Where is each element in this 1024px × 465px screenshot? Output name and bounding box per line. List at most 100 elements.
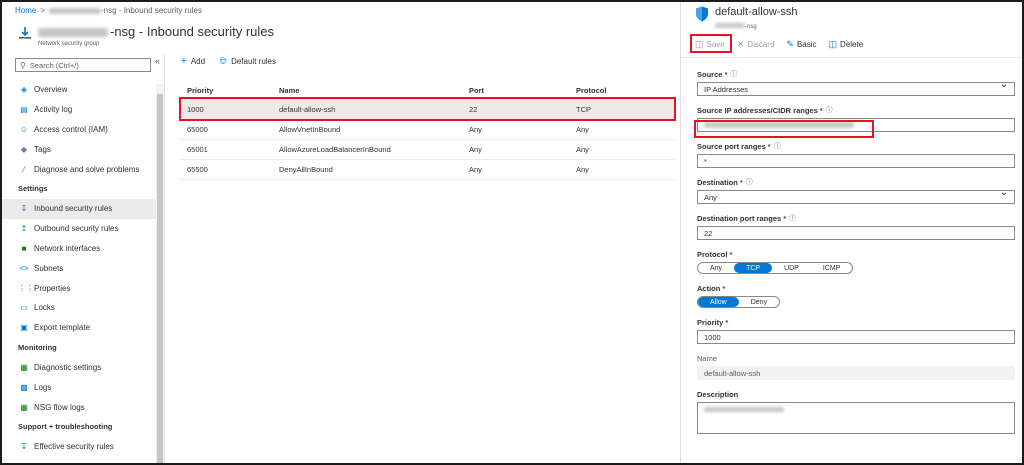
sidebar-item-access-control[interactable]: ☺ Access control (IAM) [2,120,156,140]
blade-header: default-allow-ssh -nsg [695,6,798,30]
source-port-label-text: Source port ranges [697,141,766,151]
sidebar-section-support: Support + troubleshooting [18,422,113,432]
protocol-option-udp[interactable]: UDP [772,263,811,273]
cell-protocol: TCP [576,105,591,114]
sidebar-item-label: Export template [34,323,91,333]
sidebar-item-logs[interactable]: ▩ Logs [2,377,156,397]
shield-icon [696,6,708,22]
priority-field[interactable]: 1000 [697,330,1015,344]
source-port-field[interactable]: * [697,154,1015,168]
save-button[interactable]: ◫ Save [693,36,727,52]
activity-log-icon: ▤ [20,105,28,115]
action-label: Action * [697,282,1017,294]
save-icon: ◫ [695,38,704,49]
sidebar-item-network-interfaces[interactable]: ■ Network interfaces [2,239,156,259]
subnet-icon: <> [19,263,29,273]
table-header-row: Priority Name Port Protocol [179,82,675,100]
sidebar-item-nsg-flow-logs[interactable]: ▦ NSG flow logs [2,397,156,417]
cell-priority: 1000 [187,105,204,114]
name-field: default-allow-ssh [697,366,1015,380]
dest-port-field[interactable]: 22 [697,226,1015,240]
table-row[interactable]: 65500 DenyAllInBound Any Any [179,160,675,180]
sidebar-item-overview[interactable]: ◈ Overview [2,80,156,100]
sidebar-item-inbound-rules[interactable]: ↧ Inbound security rules [2,198,156,219]
breadcrumb-home[interactable]: Home [15,6,36,15]
cell-name: default-allow-ssh [279,105,336,114]
dest-port-label-text: Destination port ranges [697,213,782,223]
nsg-inbound-icon [18,26,32,40]
collapse-sidebar-icon[interactable]: « [155,56,160,66]
nic-icon: ■ [21,243,27,253]
column-header-protocol[interactable]: Protocol [576,86,675,95]
discard-button[interactable]: ✕ Discard [735,36,777,52]
basic-button[interactable]: ✎ Basic [784,36,818,52]
sidebar-item-label: Subnets [34,263,64,273]
delete-button[interactable]: ◫ Delete [827,36,866,52]
sidebar-item-tags[interactable]: ◆ Tags [2,139,156,159]
table-row[interactable]: 65000 AllowVnetInBound Any Any [179,120,675,140]
sidebar-item-label: Network interfaces [34,243,101,253]
sidebar-section-settings: Settings [18,184,48,194]
sidebar-item-subnets[interactable]: <> Subnets [2,258,156,278]
description-label: Description [697,388,1017,400]
default-rules-button[interactable]: ⎊ Default rules [219,56,276,67]
destination-dropdown[interactable]: Any [697,187,1015,204]
column-header-port[interactable]: Port [469,86,576,95]
cell-port: Any [469,165,482,174]
cell-name: AllowAzureLoadBalancerInBound [279,145,391,154]
info-icon[interactable]: ⓘ [826,105,833,115]
sidebar-item-label: Activity log [34,105,73,115]
search-input[interactable]: ⚲ Search (Ctrl+/) [15,58,151,72]
default-rules-label: Default rules [231,57,276,66]
pencil-icon: ✎ [786,38,794,49]
cell-priority: 65500 [187,165,208,174]
table-row[interactable]: 65001 AllowAzureLoadBalancerInBound Any … [179,140,675,160]
sidebar-item-diagnose[interactable]: ⁄ Diagnose and solve problems [2,159,156,179]
info-icon[interactable]: ⓘ [746,177,753,187]
sidebar-item-label: Effective security rules [34,442,114,452]
name-label-text: Name [697,353,718,363]
sidebar-item-label: Overview [34,85,68,95]
table-row[interactable]: 1000 default-allow-ssh 22 TCP [179,100,675,120]
action-option-allow[interactable]: Allow [698,297,739,307]
blade-subtitle-text: -nsg [745,24,757,30]
source-dropdown[interactable]: IP Addresses [697,79,1015,96]
source-ip-field[interactable] [697,118,1015,132]
protocol-option-icmp[interactable]: ICMP [811,263,852,273]
sidebar-item-diagnostic-settings[interactable]: ▦ Diagnostic settings [2,358,156,378]
sidebar-item-effective-rules[interactable]: ↧ Effective security rules [2,437,156,457]
scrollbar-thumb[interactable] [157,94,163,463]
protocol-option-tcp[interactable]: TCP [734,263,773,273]
info-icon[interactable]: ⓘ [730,69,737,79]
column-header-name[interactable]: Name [279,86,469,95]
sidebar-item-label: Diagnose and solve problems [34,164,140,174]
sidebar-scrollbar[interactable] [156,84,164,463]
source-label-text: Source [697,69,723,79]
source-port-label: Source port ranges * ⓘ [697,140,1017,152]
action-option-deny[interactable]: Deny [739,297,779,307]
info-icon[interactable]: ⓘ [789,213,796,223]
logs-icon: ▩ [20,382,28,392]
rule-form: Source * ⓘ IP Addresses Source IP addresse… [697,68,1017,442]
page-subtitle: Network security group [38,41,100,47]
sidebar-item-properties[interactable]: ⋮⋮ Properties [2,278,156,298]
dest-port-value: 22 [704,228,713,238]
basic-button-label: Basic [796,39,817,49]
sidebar-item-locks[interactable]: ▭ Locks [2,298,156,318]
cell-name: DenyAllInBound [279,165,333,174]
save-button-label: Save [706,39,725,49]
info-icon[interactable]: ⓘ [774,141,781,151]
add-button[interactable]: + Add [181,56,205,67]
column-header-priority[interactable]: Priority [179,86,279,95]
page-header: -nsg - Inbound security rules Network se… [18,24,274,50]
cell-port: Any [469,145,482,154]
source-ip-label-text: Source IP addresses/CIDR ranges [697,105,818,115]
sidebar-item-label: Outbound security rules [34,224,119,234]
description-field[interactable] [697,402,1015,434]
sidebar-item-label: Logs [34,382,52,392]
sidebar: ⚲ Search (Ctrl+/) « ◈ Overview ▤ Activity … [2,54,165,463]
sidebar-item-outbound-rules[interactable]: ↥ Outbound security rules [2,219,156,239]
sidebar-item-export-template[interactable]: ▣ Export template [2,318,156,338]
sidebar-item-activity-log[interactable]: ▤ Activity log [2,100,156,120]
protocol-option-any[interactable]: Any [698,263,734,273]
